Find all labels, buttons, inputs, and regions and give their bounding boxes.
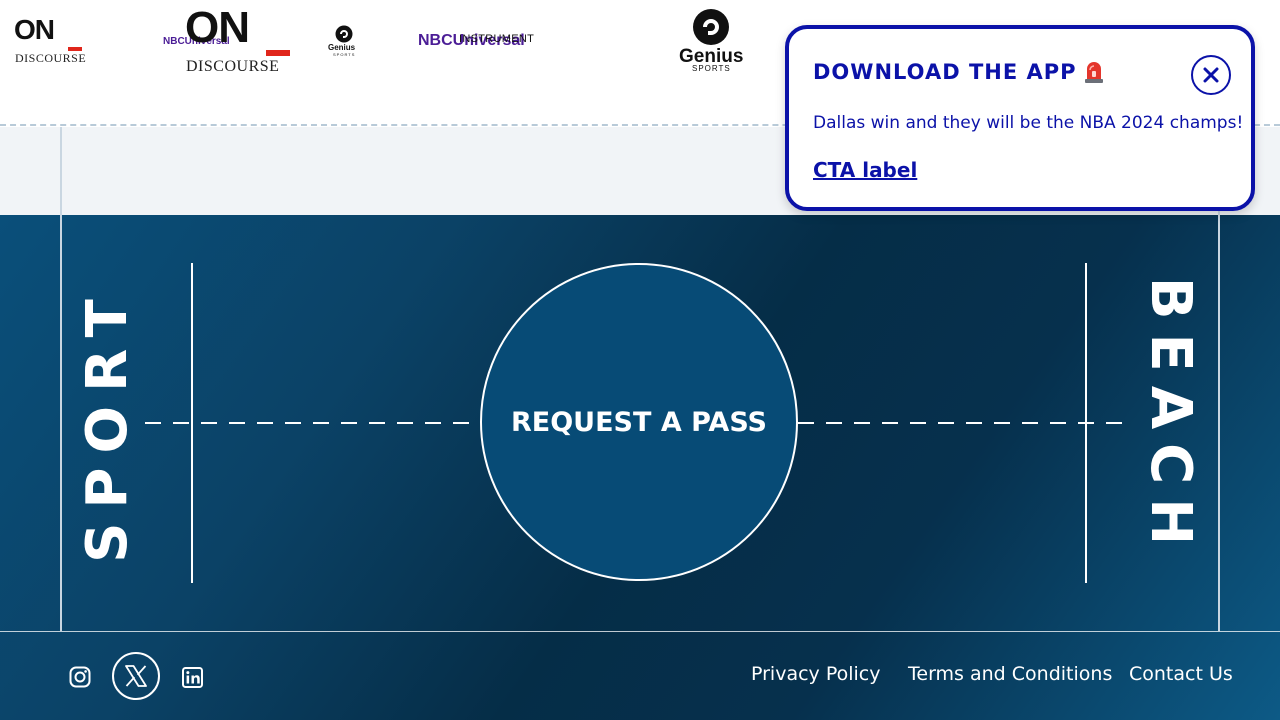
siren-icon	[1085, 62, 1103, 83]
toast-message: Dallas win and they will be the NBA 2024…	[813, 113, 1244, 133]
linkedin-link[interactable]	[178, 663, 206, 691]
on-discourse-logo-small-on: ON	[14, 14, 55, 45]
on-discourse-logo-small: ON DISCOURSE	[14, 16, 86, 66]
contact-us-link[interactable]: Contact Us	[1129, 663, 1233, 686]
x-icon	[125, 665, 147, 687]
linkedin-icon	[181, 666, 203, 688]
on-discourse-logo-large-text: DISCOURSE	[186, 58, 280, 75]
genius-mark-large-icon	[693, 9, 729, 45]
footer: Privacy Policy Terms and Conditions Cont…	[0, 631, 1280, 720]
toast-close-button[interactable]	[1191, 55, 1231, 95]
request-pass-button[interactable]: REQUEST A PASS	[480, 263, 798, 581]
instagram-icon	[69, 666, 91, 688]
toast-title: DOWNLOAD THE APP	[813, 60, 1077, 84]
genius-logo-large-sports: SPORTS	[692, 64, 731, 73]
genius-logo-small-sports: SPORTS	[333, 52, 356, 57]
download-app-toast: DOWNLOAD THE APP Dallas win and they wil…	[785, 25, 1255, 211]
court-left-rule	[60, 127, 62, 215]
close-icon	[1203, 67, 1219, 83]
on-discourse-logo-large-bar	[266, 50, 290, 56]
x-link[interactable]	[112, 652, 160, 700]
sport-side-label: SPORT	[75, 285, 140, 563]
beach-side-label: BEACH	[1138, 276, 1203, 560]
toast-cta-link[interactable]: CTA label	[813, 158, 917, 182]
on-discourse-logo-large: ON DISCOURSE	[185, 6, 295, 76]
instrument-logo: INSTRUMENT	[459, 33, 535, 45]
genius-sports-logo-small: Genius SPORTS	[326, 24, 362, 60]
terms-and-conditions-link[interactable]: Terms and Conditions	[908, 663, 1112, 686]
instagram-link[interactable]	[66, 663, 94, 691]
on-discourse-logo-small-text: DISCOURSE	[15, 51, 87, 65]
court-section: SPORT BEACH REQUEST A PASS Privacy Polic…	[0, 215, 1280, 720]
on-discourse-logo-large-on: ON	[185, 3, 250, 52]
privacy-policy-link[interactable]: Privacy Policy	[751, 663, 880, 686]
genius-sports-logo-large: Genius SPORTS	[676, 8, 748, 74]
genius-logo-small-text: Genius	[328, 43, 356, 52]
